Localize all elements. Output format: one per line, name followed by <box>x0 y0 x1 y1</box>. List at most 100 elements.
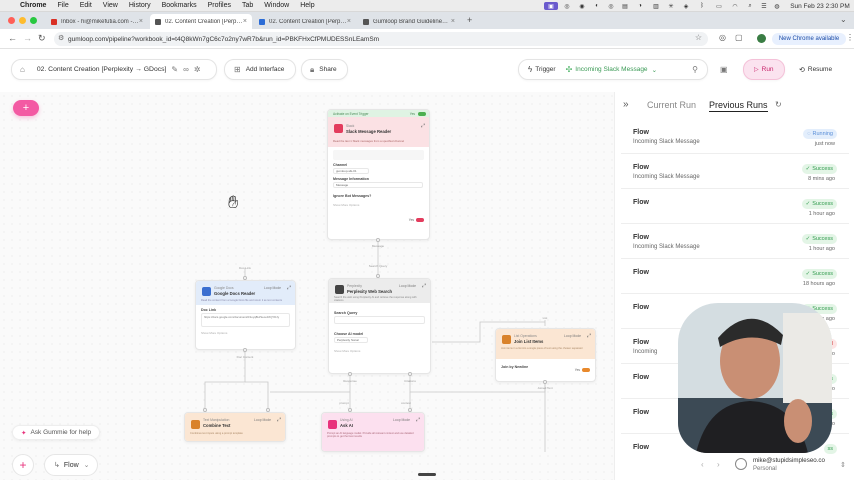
status-app-icon[interactable]: ▣ <box>544 2 558 10</box>
doc-link-input[interactable]: https://docs.google.com/document/d/1oyq8… <box>201 313 290 327</box>
bluetooth-icon[interactable]: ᛒ <box>699 2 705 10</box>
forward-icon[interactable]: → <box>23 33 32 43</box>
extensions-puzzle-icon[interactable]: ▢ <box>735 33 743 42</box>
reload-icon[interactable]: ↻ <box>38 33 46 44</box>
node-perplexity-web-search[interactable]: Perplexity Perplexity Web Search Loop Mo… <box>328 278 431 374</box>
status-icon-5[interactable]: ▤ <box>621 2 629 10</box>
show-more-options[interactable]: Show More Options <box>333 203 424 207</box>
output-port[interactable] <box>243 348 247 352</box>
status-icon-2[interactable]: ◉ <box>578 2 586 10</box>
new-tab-button[interactable]: + <box>467 15 472 25</box>
workflow-title[interactable]: 02. Content Creation [Perplexity → GDocs… <box>37 66 167 73</box>
window-close-button[interactable] <box>8 17 15 24</box>
collapse-panel-icon[interactable]: » <box>623 99 629 110</box>
more-menu-icon[interactable]: ⋮ <box>846 33 854 42</box>
menu-edit[interactable]: Edit <box>80 2 92 9</box>
tab-previous-runs[interactable]: Previous Runs <box>709 100 768 112</box>
bookmark-star-icon[interactable]: ☆ <box>695 33 702 42</box>
status-icon-9[interactable]: ◈ <box>682 2 690 10</box>
link-icon[interactable]: ∞ <box>183 65 189 74</box>
browser-tab[interactable]: 02. Content Creation [Perplexit × <box>254 14 356 29</box>
menubar-datetime[interactable]: Sun Feb 23 2:30 PM <box>788 2 852 10</box>
node-google-docs-reader[interactable]: Google Docs Google Docs Reader Loop Mode… <box>195 280 296 350</box>
menu-history[interactable]: History <box>129 2 151 9</box>
browser-tab[interactable]: Inbox - hi@mikefutia.com - M × <box>46 14 148 29</box>
site-info-icon[interactable]: ⚙ <box>58 34 64 42</box>
canvas-add-button[interactable]: + <box>12 454 34 476</box>
close-icon[interactable]: × <box>451 18 455 25</box>
browser-tab-active[interactable]: 02. Content Creation [Perplexit × <box>150 14 252 29</box>
close-icon[interactable]: × <box>139 18 143 25</box>
status-icon-4[interactable]: ◎ <box>607 2 615 10</box>
wifi-icon[interactable]: ◠ <box>731 2 739 10</box>
prev-page-icon[interactable]: ‹ <box>701 460 704 469</box>
run-item[interactable]: Flow Incoming Slack Message ✓ Success 1 h… <box>621 229 849 259</box>
expand-icon[interactable]: ⤢ <box>421 123 425 129</box>
menu-profiles[interactable]: Profiles <box>208 2 231 9</box>
profile-avatar[interactable] <box>757 34 766 43</box>
save-icon[interactable]: ▣ <box>720 65 728 74</box>
menu-bookmarks[interactable]: Bookmarks <box>162 2 197 9</box>
message-info-select[interactable]: Message <box>333 182 423 188</box>
output-port[interactable] <box>408 372 412 376</box>
workflow-canvas[interactable]: + ✋︎ Activate on Event Trigger Yes Slack… <box>0 92 614 480</box>
scroll-handle[interactable] <box>418 473 436 476</box>
account-menu-chevron-icon[interactable]: ⇕ <box>840 461 846 469</box>
node-ask-ai[interactable]: Using AI Ask AI Loop Mode ⤢ Prompt an AI… <box>321 412 425 452</box>
show-more-options[interactable]: Show More Options <box>334 349 425 353</box>
status-icon-3[interactable]: ◐ <box>593 2 601 10</box>
close-icon[interactable]: × <box>243 18 247 25</box>
expand-icon[interactable]: ⤢ <box>416 417 420 423</box>
siri-icon[interactable]: ◍ <box>773 2 781 10</box>
settings-icon[interactable]: ✲ <box>194 65 201 74</box>
output-port[interactable] <box>348 372 352 376</box>
new-chrome-available-button[interactable]: New Chrome available <box>772 33 846 45</box>
ignore-bot-toggle[interactable] <box>416 218 424 222</box>
run-item[interactable]: Flow Incoming Slack Message ◌ Running jus… <box>621 124 849 154</box>
status-icon-1[interactable]: ◎ <box>563 2 571 10</box>
trigger-label[interactable]: Trigger <box>535 66 555 73</box>
control-center-icon[interactable]: ☰ <box>760 2 768 10</box>
window-minimize-button[interactable] <box>19 17 26 24</box>
menu-app-name[interactable]: Chrome <box>20 2 46 9</box>
output-port[interactable] <box>543 380 547 384</box>
browser-tab[interactable]: Gumloop Brand Guidelines fo × <box>358 14 460 29</box>
edit-pencil-icon[interactable]: ✎ <box>171 65 178 74</box>
run-item[interactable]: Flow ✓ Success 1 hour ago <box>621 194 849 224</box>
webhook-icon[interactable]: ⚲ <box>692 65 698 74</box>
status-icon-6[interactable]: ◑ <box>636 2 644 10</box>
extension-icon[interactable]: ◎ <box>719 33 726 42</box>
menu-help[interactable]: Help <box>300 2 314 9</box>
node-slack-message-reader[interactable]: Activate on Event Trigger Yes Slack Slac… <box>327 109 430 240</box>
menu-tab[interactable]: Tab <box>242 2 253 9</box>
status-icon-7[interactable]: ▥ <box>652 2 660 10</box>
resume-button[interactable]: ⟲ Resume <box>792 59 842 80</box>
add-interface-button[interactable]: ⊞ Add Interface <box>224 59 296 80</box>
expand-icon[interactable]: ⤢ <box>422 283 426 289</box>
tab-current-run[interactable]: Current Run <box>647 100 696 110</box>
next-page-icon[interactable]: › <box>717 460 720 469</box>
flow-select[interactable]: ↳ Flow ⌄ <box>44 454 98 476</box>
menu-view[interactable]: View <box>103 2 118 9</box>
node-join-list-items[interactable]: List Operations Join List Items Loop Mod… <box>495 328 596 382</box>
show-more-options[interactable]: Show More Options <box>201 331 290 335</box>
join-newline-toggle[interactable] <box>582 368 590 372</box>
expand-icon[interactable]: ⤢ <box>587 333 591 339</box>
home-icon[interactable]: ⌂ <box>20 65 25 74</box>
chevron-down-icon[interactable]: ⌄ <box>652 66 657 74</box>
user-email[interactable]: mike@stupidsimpleseo.co <box>753 457 825 464</box>
battery-icon[interactable]: ▭ <box>712 2 726 10</box>
trigger-toggle[interactable] <box>418 111 426 116</box>
share-button[interactable]: 🔒︎ Share <box>301 59 348 80</box>
user-avatar-icon[interactable] <box>735 458 747 470</box>
trigger-source-select[interactable]: Incoming Slack Message <box>575 66 647 73</box>
run-item[interactable]: Flow ✓ Success 18 hours ago <box>621 264 849 294</box>
menu-file[interactable]: File <box>57 2 68 9</box>
run-button[interactable]: ▷ Run <box>743 59 785 80</box>
search-query-input[interactable] <box>334 316 425 324</box>
status-icon-8[interactable]: ✳ <box>667 2 675 10</box>
close-icon[interactable]: × <box>347 18 351 25</box>
node-combine-text[interactable]: Text Manipulation Combine Text Loop Mode… <box>184 412 286 442</box>
refresh-icon[interactable]: ↻ <box>775 100 782 109</box>
ai-model-select[interactable]: Perplexity Sonar <box>334 337 368 343</box>
